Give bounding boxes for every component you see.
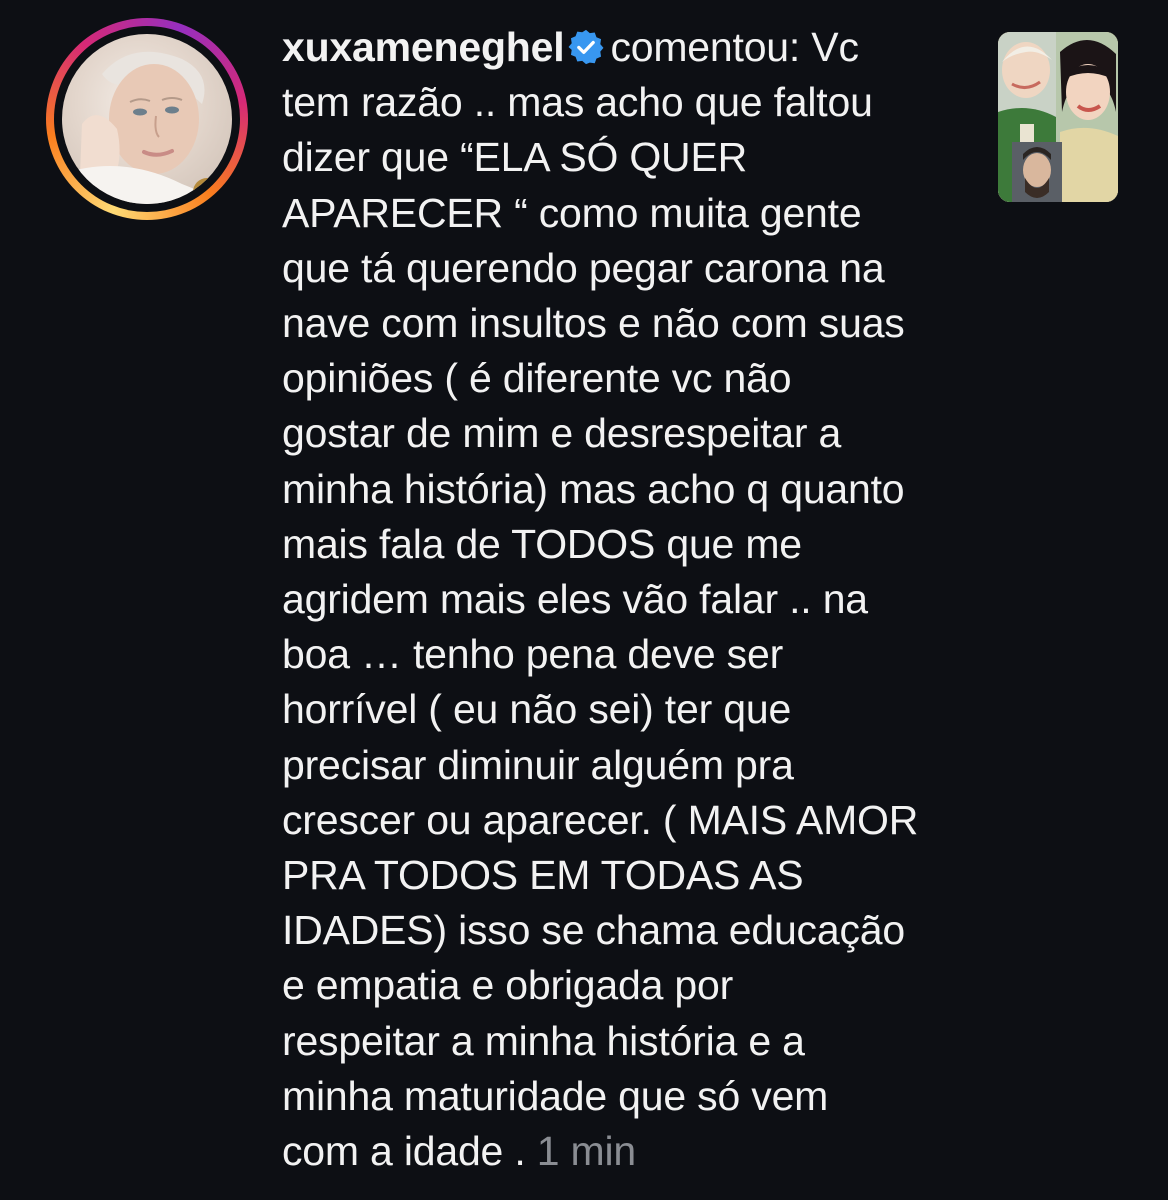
comment-line: precisar diminuir alguém pra [282, 741, 794, 788]
comment-line: Vc [811, 24, 859, 70]
avatar-ring-gap [54, 26, 240, 212]
comment-line: PRA TODOS EM TODAS AS [282, 852, 804, 899]
comment-line: minha história) mas acho q quanto [282, 465, 905, 512]
comment-line: opiniões ( é diferente vc não [282, 355, 792, 402]
comment-line: minha maturidade que só vem [282, 1072, 829, 1119]
post-thumbnail-image [998, 32, 1118, 202]
comment-line: APARECER “ como muita gente [282, 189, 862, 236]
comment-line: tem razão .. mas acho que faltou [282, 79, 873, 126]
comment-line: que tá querendo pegar carona na [282, 244, 885, 291]
comment-line: gostar de mim e desrespeitar a [282, 410, 842, 457]
comment-line: IDADES) isso se chama educação [282, 907, 905, 954]
timestamp: 1 min [536, 1128, 636, 1175]
comment-action: comentou: [610, 24, 812, 70]
comment-line: horrível ( eu não sei) ter que [282, 686, 792, 733]
avatar-portrait-icon [62, 51, 232, 204]
comment-line: dizer que “ELA SÓ QUER [282, 134, 748, 181]
username-link[interactable]: xuxameneghel [282, 24, 565, 70]
comment-line: respeitar a minha história e a [282, 1017, 805, 1064]
comment-line: com a idade . [282, 1128, 537, 1175]
comment-line: e empatia e obrigada por [282, 962, 734, 1009]
comment-notification[interactable]: xuxameneghel comentou: Vc tem razão .. ma… [0, 0, 1168, 1200]
comment-line: nave com insultos e não com suas [282, 300, 905, 347]
comment-text: xuxameneghel comentou: Vc tem razão .. ma… [282, 20, 972, 1179]
comment-line: boa … tenho pena deve ser [282, 631, 784, 678]
comment-line: crescer ou aparecer. ( MAIS AMOR [282, 796, 919, 843]
comment-line: mais fala de TODOS que me [282, 520, 802, 567]
avatar-photo [62, 34, 232, 204]
post-thumbnail[interactable] [998, 32, 1118, 202]
profile-avatar[interactable] [46, 18, 248, 220]
verified-badge-icon [568, 29, 604, 65]
comment-line: agridem mais eles vão falar .. na [282, 576, 868, 623]
